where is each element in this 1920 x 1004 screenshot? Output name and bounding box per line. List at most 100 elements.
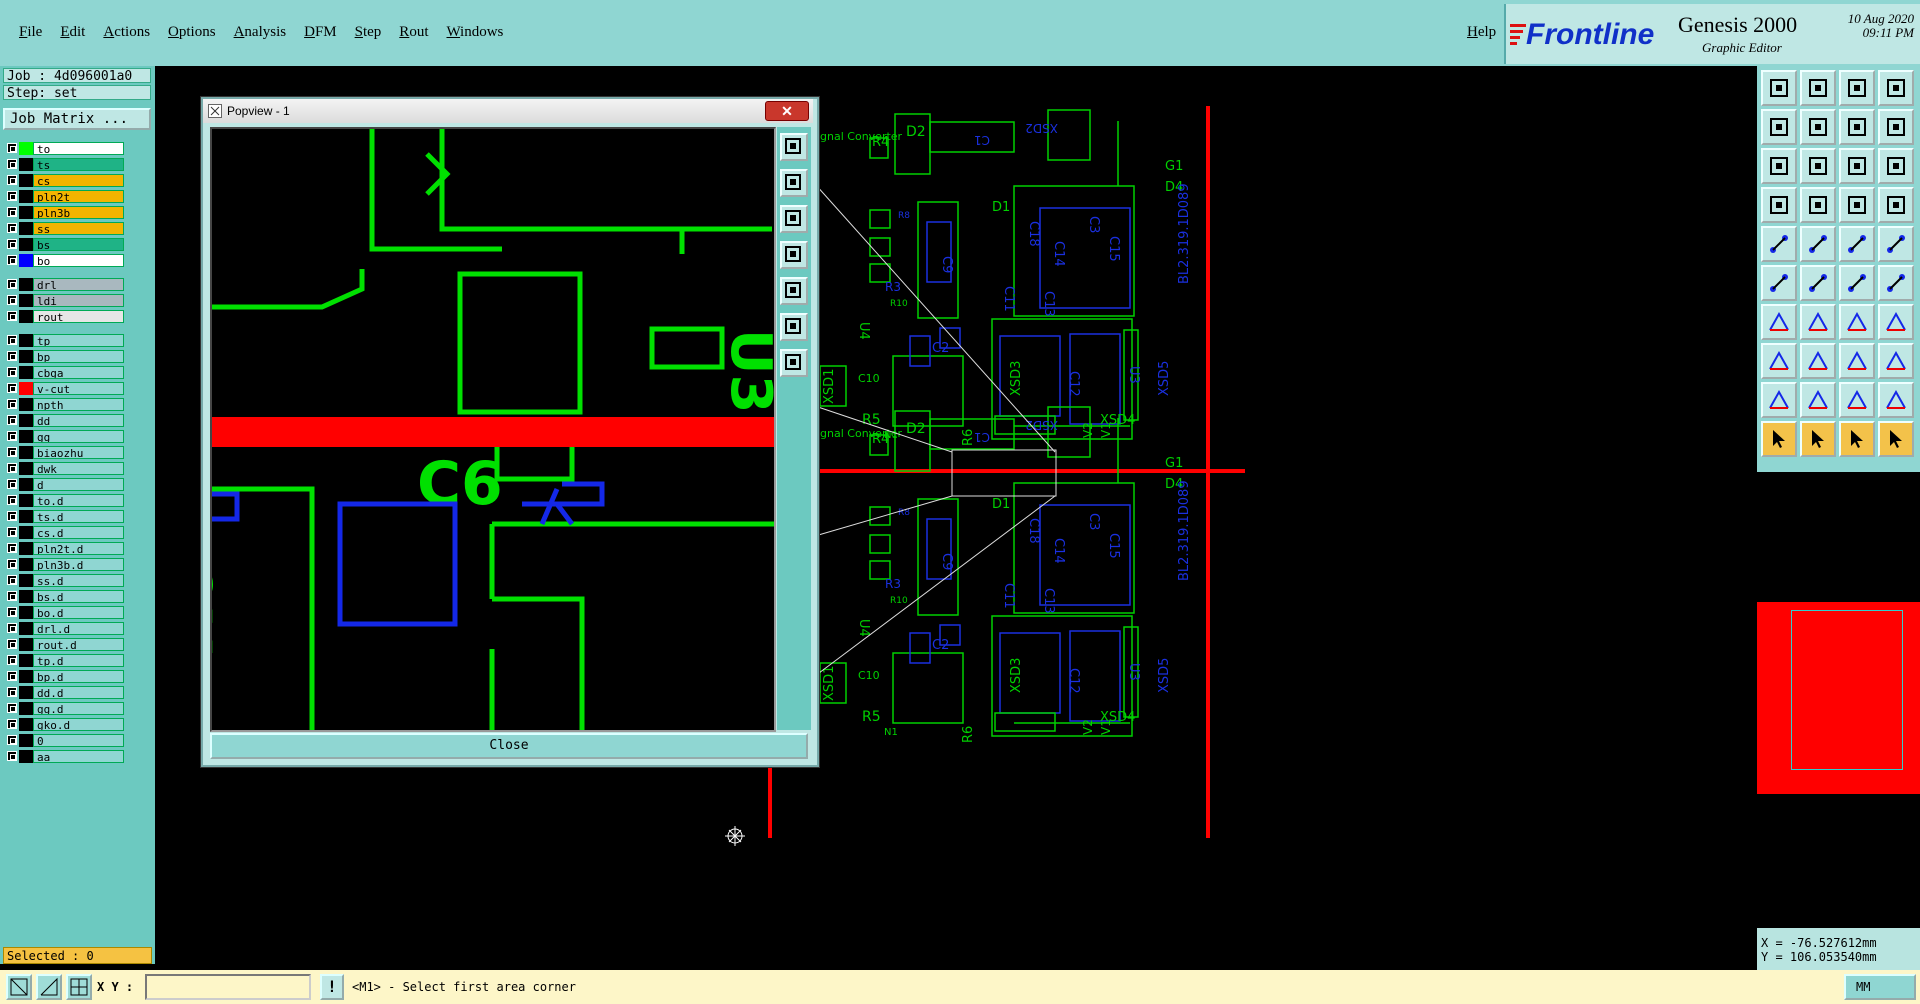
layer-checkbox[interactable]: [7, 367, 17, 377]
layer-name[interactable]: aa: [33, 749, 124, 763]
select-area-icon[interactable]: [1839, 421, 1875, 457]
layer-color-swatch[interactable]: [19, 637, 33, 651]
layer-name[interactable]: gg: [33, 429, 124, 443]
layer-color-swatch[interactable]: [19, 605, 33, 619]
move-icon[interactable]: [1761, 343, 1797, 379]
layer-row[interactable]: bp: [7, 348, 124, 364]
layer-name[interactable]: dwk: [33, 461, 124, 475]
units-select[interactable]: MM: [1844, 974, 1916, 1000]
layer-color-swatch[interactable]: [19, 653, 33, 667]
rotate-icon[interactable]: [1839, 304, 1875, 340]
zoom-fit-icon[interactable]: [1839, 109, 1875, 145]
layer-name[interactable]: ss.d: [33, 573, 124, 587]
layer-row[interactable]: npth: [7, 396, 124, 412]
stretch-icon[interactable]: [1839, 343, 1875, 379]
layer-name[interactable]: gko.d: [33, 717, 124, 731]
layer-color-swatch[interactable]: [19, 477, 33, 491]
dot-icon[interactable]: [1878, 226, 1914, 262]
layer-color-swatch[interactable]: [19, 573, 33, 587]
layer-name[interactable]: ss: [33, 221, 124, 235]
layer-name[interactable]: dd.d: [33, 685, 124, 699]
overview-map[interactable]: [1757, 602, 1920, 794]
layer-color-swatch[interactable]: [19, 541, 33, 555]
zoom-home-icon[interactable]: [1761, 70, 1797, 106]
layer-checkbox[interactable]: [7, 591, 17, 601]
layer-color-swatch[interactable]: [19, 293, 33, 307]
menu-rout[interactable]: Rout: [390, 24, 437, 41]
layer-row[interactable]: rout: [7, 308, 124, 324]
layer-row[interactable]: ss: [7, 220, 124, 236]
layer-checkbox[interactable]: [7, 311, 17, 321]
arc-icon[interactable]: [1839, 265, 1875, 301]
pan-right-icon[interactable]: [1800, 109, 1836, 145]
layer-row[interactable]: dd.d: [7, 684, 124, 700]
layer-color-swatch[interactable]: [19, 685, 33, 699]
layer-name[interactable]: pln3b.d: [33, 557, 124, 571]
layer-checkbox[interactable]: [7, 479, 17, 489]
layer-checkbox[interactable]: [7, 735, 17, 745]
layer-row[interactable]: dd: [7, 412, 124, 428]
layer-row[interactable]: bp.d: [7, 668, 124, 684]
add-pad-icon[interactable]: [1761, 226, 1797, 262]
layer-color-swatch[interactable]: [19, 333, 33, 347]
layer-name[interactable]: pln3b: [33, 205, 124, 219]
layer-color-swatch[interactable]: [19, 621, 33, 635]
layer-name[interactable]: dd: [33, 413, 124, 427]
layer-row[interactable]: cs: [7, 172, 124, 188]
layer-color-swatch[interactable]: [19, 277, 33, 291]
layer-color-swatch[interactable]: [19, 381, 33, 395]
layer-row[interactable]: pln3b: [7, 204, 124, 220]
zoom-extents-icon[interactable]: [1761, 148, 1797, 184]
layer-checkbox[interactable]: [7, 559, 17, 569]
zoom-in-icon[interactable]: [780, 169, 808, 197]
layer-row[interactable]: ts.d: [7, 508, 124, 524]
layer-row[interactable]: bo.d: [7, 604, 124, 620]
layer-row[interactable]: 0: [7, 732, 124, 748]
menu-edit[interactable]: Edit: [51, 24, 94, 41]
measure-icon[interactable]: [1761, 187, 1797, 223]
layer-color-swatch[interactable]: [19, 221, 33, 235]
layer-checkbox[interactable]: [7, 175, 17, 185]
connect-icon[interactable]: [1878, 187, 1914, 223]
layer-name[interactable]: tp: [33, 333, 124, 347]
popview-zoom-view[interactable]: R6 C6 U3: [210, 127, 776, 732]
layer-color-swatch[interactable]: [19, 253, 33, 267]
layer-checkbox[interactable]: [7, 623, 17, 633]
layer-color-swatch[interactable]: [19, 749, 33, 763]
layer-row[interactable]: tp.d: [7, 652, 124, 668]
layer-color-swatch[interactable]: [19, 669, 33, 683]
menu-dfm[interactable]: DFM: [295, 24, 346, 41]
layer-name[interactable]: rout.d: [33, 637, 124, 651]
exclamation-button[interactable]: !: [320, 974, 344, 1000]
layer-color-swatch[interactable]: [19, 365, 33, 379]
zoom-in-icon[interactable]: [1800, 70, 1836, 106]
layer-checkbox[interactable]: [7, 575, 17, 585]
select-touch-icon[interactable]: [1800, 421, 1836, 457]
layer-name[interactable]: cbga: [33, 365, 124, 379]
layer-name[interactable]: pln2t: [33, 189, 124, 203]
job-matrix-button[interactable]: Job Matrix ...: [3, 108, 151, 130]
select-icon[interactable]: [1761, 421, 1797, 457]
layout-icon[interactable]: [1878, 70, 1914, 106]
layer-checkbox[interactable]: [7, 463, 17, 473]
layer-color-swatch[interactable]: [19, 429, 33, 443]
layer-checkbox[interactable]: [7, 511, 17, 521]
layer-checkbox[interactable]: [7, 671, 17, 681]
layer-checkbox[interactable]: [7, 495, 17, 505]
layer-name[interactable]: ts: [33, 157, 124, 171]
layer-checkbox[interactable]: [7, 255, 17, 265]
layer-row[interactable]: aa: [7, 748, 124, 764]
layer-color-swatch[interactable]: [19, 589, 33, 603]
layer-checkbox[interactable]: [7, 543, 17, 553]
layer-row[interactable]: d: [7, 476, 124, 492]
copy-icon[interactable]: [1878, 343, 1914, 379]
scale-icon[interactable]: [1839, 148, 1875, 184]
layer-row[interactable]: to.d: [7, 492, 124, 508]
layer-checkbox[interactable]: [7, 159, 17, 169]
layer-row[interactable]: cbga: [7, 364, 124, 380]
layer-row[interactable]: gg.d: [7, 700, 124, 716]
layer-row[interactable]: pln2t: [7, 188, 124, 204]
layer-color-swatch[interactable]: [19, 309, 33, 323]
layer-row[interactable]: cs.d: [7, 524, 124, 540]
layer-name[interactable]: cs.d: [33, 525, 124, 539]
